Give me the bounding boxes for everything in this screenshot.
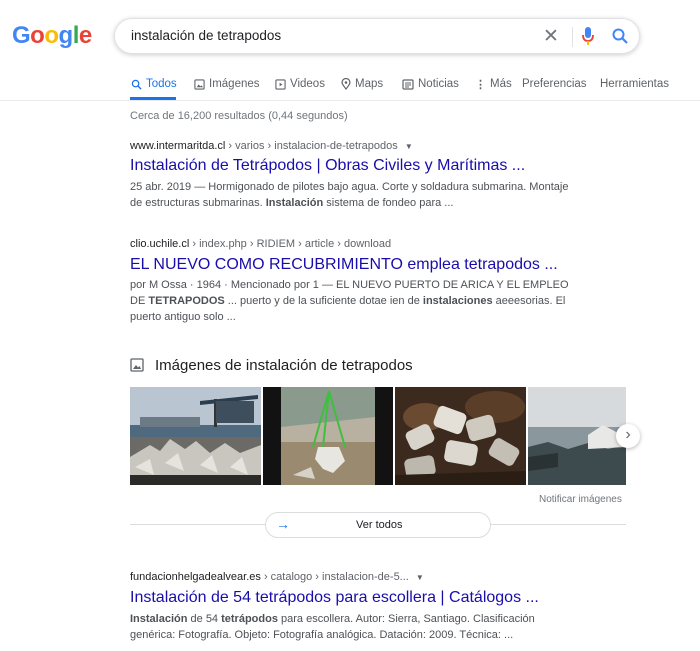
- tab-herramientas[interactable]: Herramientas: [600, 76, 669, 92]
- result-stats: Cerca de 16,200 resultados (0,44 segundo…: [130, 110, 348, 122]
- result-title-link[interactable]: Instalación de 54 tetrápodos para escoll…: [130, 589, 539, 607]
- result-snippet: por M Ossa · 1964 · Mencionado por 1 — E…: [130, 277, 570, 325]
- tab-label: Imágenes: [209, 78, 260, 90]
- tab-label: Herramientas: [600, 78, 670, 90]
- more-vert-icon: ⋮: [475, 78, 486, 91]
- image-thumbnail[interactable]: [395, 387, 526, 485]
- image-icon: [130, 358, 144, 377]
- result-url[interactable]: clio.uchile.cl › index.php › RIDIEM › ar…: [130, 238, 391, 250]
- tab-todos[interactable]: Todos: [131, 76, 177, 92]
- see-all-button[interactable]: → Ver todos: [265, 512, 491, 538]
- result-title-link[interactable]: Instalación de Tetrápodos | Obras Civile…: [130, 157, 525, 175]
- chevron-down-icon[interactable]: ▼: [405, 142, 413, 151]
- search-icon: [131, 79, 142, 90]
- tab-label: Noticias: [418, 78, 459, 90]
- snippet-highlight: instalaciones: [422, 295, 493, 307]
- snippet-highlight: TETRAPODOS: [148, 295, 225, 307]
- logo-letter: g: [58, 22, 74, 49]
- result-snippet: 25 abr. 2019 — Hormigonado de pilotes ba…: [130, 179, 570, 211]
- result-path: › varios › instalacion-de-tetrapodos: [225, 140, 398, 152]
- next-images-button[interactable]: ›: [616, 424, 640, 448]
- video-icon: [275, 78, 286, 90]
- arrow-right-icon: →: [276, 516, 290, 532]
- search-input[interactable]: instalación de tetrapodos: [131, 28, 281, 43]
- image-icon: [194, 78, 205, 90]
- see-all-label: Ver todos: [356, 519, 403, 531]
- snippet-highlight: Instalación: [130, 613, 188, 625]
- logo-letter: o: [44, 22, 59, 49]
- result-domain: fundacionhelgadealvear.es: [130, 571, 261, 583]
- tab-imagenes[interactable]: Imágenes: [194, 76, 260, 92]
- image-thumbnail[interactable]: [130, 387, 261, 485]
- chevron-right-icon: ›: [625, 426, 631, 443]
- snippet-highlight: tetrápodos: [221, 613, 278, 625]
- snippet-text: ... puerto y de la suficiente dotae ien …: [224, 295, 423, 307]
- snippet-highlight: Instalación: [265, 197, 324, 209]
- tab-preferencias[interactable]: Preferencias: [522, 76, 587, 92]
- logo-letter: e: [78, 22, 92, 49]
- tab-mas[interactable]: ⋮ Más: [475, 76, 512, 92]
- result-path: › index.php › RIDIEM › article › downloa…: [189, 238, 392, 250]
- snippet-text: de 54: [187, 613, 222, 625]
- tab-label: Videos: [290, 78, 325, 90]
- image-thumbnail[interactable]: [528, 387, 626, 485]
- microphone-icon[interactable]: [581, 26, 595, 51]
- chevron-down-icon[interactable]: ▼: [416, 573, 424, 582]
- images-heading: Imágenes de instalación de tetrapodos: [155, 357, 413, 374]
- tab-videos[interactable]: Videos: [275, 76, 325, 92]
- result-url[interactable]: www.intermaritda.cl › varios › instalaci…: [130, 140, 413, 152]
- tab-label: Maps: [355, 78, 384, 90]
- tab-maps[interactable]: Maps: [341, 76, 383, 92]
- logo-letter: o: [30, 22, 45, 49]
- search-box[interactable]: instalación de tetrapodos ✕: [114, 18, 640, 54]
- google-logo[interactable]: Google: [12, 22, 92, 50]
- result-url[interactable]: fundacionhelgadealvear.es › catalogo › i…: [130, 571, 424, 583]
- tab-label: Todos: [146, 78, 177, 90]
- result-domain: clio.uchile.cl: [130, 238, 190, 250]
- result-title-link[interactable]: EL NUEVO COMO RECUBRIMIENTO emplea tetra…: [130, 256, 558, 274]
- snippet-text: sistema de fondeo para ...: [323, 197, 454, 209]
- result-domain: www.intermaritda.cl: [130, 140, 226, 152]
- tab-label: Preferencias: [522, 78, 587, 90]
- clear-icon[interactable]: ✕: [543, 25, 559, 48]
- search-icon[interactable]: [611, 27, 629, 50]
- news-icon: [402, 78, 414, 90]
- tab-label: Más: [490, 78, 512, 90]
- image-thumbnail[interactable]: [263, 387, 393, 485]
- search-divider: [572, 27, 573, 47]
- map-pin-icon: [341, 78, 351, 90]
- header-divider: [0, 100, 700, 101]
- report-images-link[interactable]: Notificar imágenes: [539, 494, 622, 505]
- logo-letter: G: [12, 22, 31, 49]
- result-snippet: Instalación de 54 tetrápodos para escoll…: [130, 611, 570, 643]
- result-path: › catalogo › instalacion-de-5...: [260, 571, 409, 583]
- tab-noticias[interactable]: Noticias: [402, 76, 459, 92]
